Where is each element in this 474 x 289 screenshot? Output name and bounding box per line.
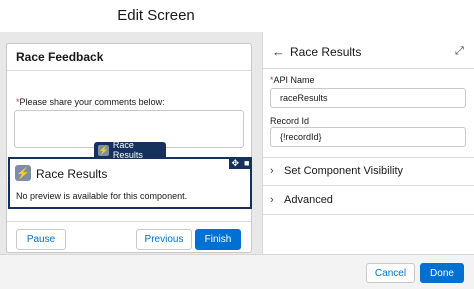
component-tab-label: Race Results <box>112 140 143 160</box>
record-id-label: Record Id <box>270 116 309 126</box>
section-divider <box>263 214 474 215</box>
done-button[interactable]: Done <box>420 263 464 283</box>
section-label: Set Component Visibility <box>284 165 404 177</box>
page-title: Edit Screen <box>117 7 195 24</box>
component-preview-text: No preview is available for this compone… <box>16 191 188 201</box>
move-icon[interactable]: ✥ <box>232 158 240 169</box>
card-title: Race Feedback <box>16 50 104 64</box>
api-name-label-text: API Name <box>273 75 315 85</box>
chevron-right-icon: › <box>270 194 274 206</box>
pause-button[interactable]: Pause <box>16 229 66 250</box>
back-arrow-icon[interactable]: ← <box>272 44 285 59</box>
cancel-button[interactable]: Cancel <box>366 263 415 283</box>
api-name-label: *API Name <box>270 75 315 85</box>
card-footer-divider <box>7 221 251 222</box>
question-label-text: Please share your comments below: <box>19 97 165 107</box>
question-label[interactable]: *Please share your comments below: <box>16 97 165 107</box>
lightning-icon: ⚡ <box>15 165 31 181</box>
section-set-component-visibility[interactable]: › Set Component Visibility <box>270 161 470 181</box>
section-advanced[interactable]: › Advanced <box>270 190 470 210</box>
component-tab[interactable]: ⚡ Race Results <box>94 140 166 160</box>
panel-header-divider <box>263 68 474 69</box>
expand-icon[interactable]: ⤢ <box>455 45 464 58</box>
previous-button[interactable]: Previous <box>136 229 192 250</box>
section-divider <box>263 157 474 158</box>
chevron-right-icon: › <box>270 165 274 177</box>
panel-title: Race Results <box>290 45 362 59</box>
race-results-component[interactable] <box>8 157 252 209</box>
component-name: Race Results <box>36 167 108 181</box>
section-label: Advanced <box>284 194 333 206</box>
card-divider <box>7 70 251 71</box>
component-tools: ✥ ■ <box>229 157 252 169</box>
section-divider <box>263 185 474 186</box>
trash-icon[interactable]: ■ <box>244 158 249 168</box>
record-id-label-text: Record Id <box>270 116 310 126</box>
lightning-icon: ⚡ <box>98 144 109 156</box>
record-id-input[interactable]: {!recordId} <box>270 127 466 147</box>
api-name-input[interactable]: raceResults <box>270 88 466 108</box>
finish-button[interactable]: Finish <box>195 229 241 250</box>
